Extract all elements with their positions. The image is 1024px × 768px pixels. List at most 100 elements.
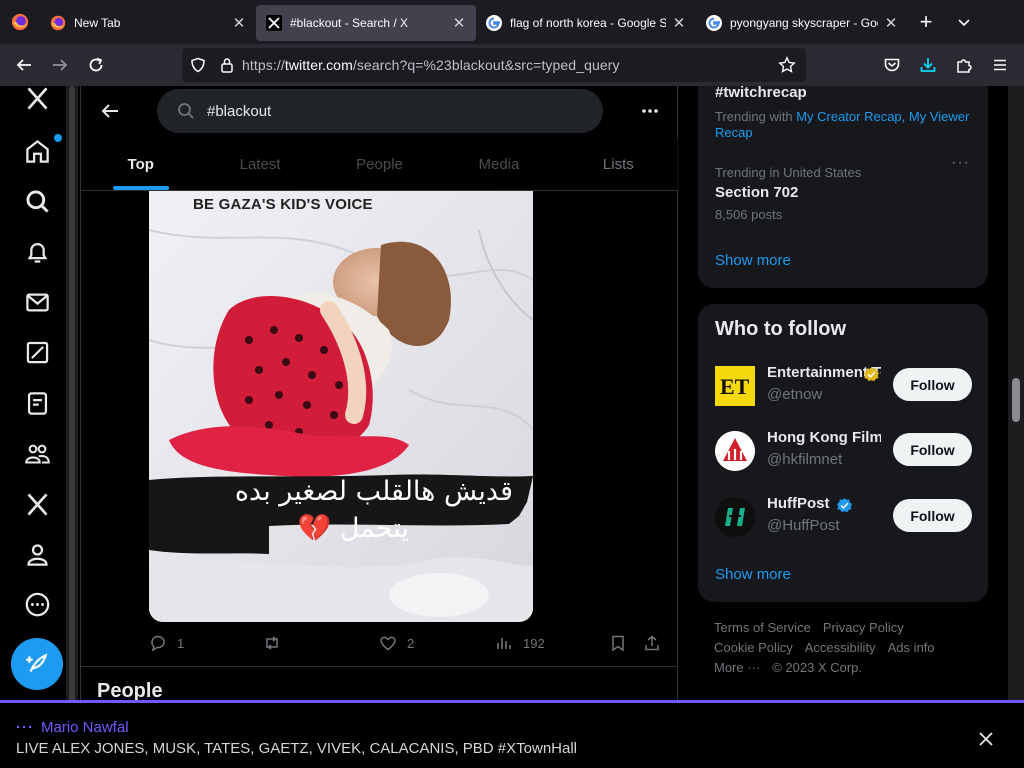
downloads-button[interactable] [910,47,946,83]
account-huffpost[interactable]: HuffPost @HuffPost Follow [698,489,988,545]
unread-dot [54,134,62,142]
nav-explore[interactable] [14,178,60,224]
tracking-protection-icon[interactable] [190,57,206,73]
tab-pyongyang-skyscraper[interactable]: pyongyang skyscraper - Google ✕ [696,5,908,41]
footer-privacy-link[interactable]: Privacy Policy [823,620,904,635]
bookmark-star-icon[interactable] [778,56,796,74]
tab-new-tab[interactable]: New Tab ✕ [40,5,256,41]
nav-x-logo[interactable] [14,86,60,121]
follow-button[interactable]: Follow [893,433,972,466]
footer-ads-link[interactable]: Ads info [888,640,935,655]
url-text[interactable]: https://twitter.com/search?q=%23blackout… [242,57,620,73]
reply-button[interactable]: 1 [149,634,184,652]
nav-lists[interactable] [14,380,60,426]
tab-top[interactable]: Top [81,138,200,190]
plus-icon: + [919,9,933,34]
nav-grok[interactable] [14,329,60,375]
follow-button[interactable]: Follow [893,499,972,532]
back-button[interactable] [93,94,127,128]
url-path: /search?q=%23blackout&src=typed_query [352,57,620,73]
heart-icon [380,636,396,651]
trends-show-more[interactable]: Show more [715,252,791,269]
tab-lists[interactable]: Lists [559,138,678,190]
account-etnow[interactable]: ET Entertainment Tonight @etnow Follow [698,358,988,414]
search-options-button[interactable] [633,94,667,128]
post-actions: 1 2 192 [149,634,661,656]
firefox-view-button[interactable] [0,0,40,44]
arrow-left-icon [101,104,118,118]
tab-media[interactable]: Media [439,138,558,190]
compose-post-button[interactable] [11,638,63,690]
trend-link-creator-recap[interactable]: My Creator Recap, [796,109,905,124]
footer-accessibility-link[interactable]: Accessibility [805,640,876,655]
search-input[interactable]: #blackout [157,89,603,133]
nav-home[interactable] [14,128,62,174]
nav-messages[interactable] [14,279,60,325]
trend-more-button[interactable]: ··· [951,154,970,172]
like-button[interactable]: 2 [379,634,414,652]
nav-profile[interactable] [14,531,60,577]
lock-icon[interactable] [220,57,234,73]
live-space-bar[interactable]: ··· Mario Nawfal LIVE ALEX JONES, MUSK, … [0,700,1024,768]
footer-terms-link[interactable]: Terms of Service [714,620,811,635]
space-title: LIVE ALEX JONES, MUSK, TATES, GAETZ, VIV… [16,740,578,757]
footer-more-link[interactable]: More ··· [714,660,760,675]
page-scrollbar-thumb[interactable] [1012,378,1020,422]
footer-cookie-link[interactable]: Cookie Policy [714,640,793,655]
close-space-button[interactable] [974,727,998,751]
tab-close-icon[interactable]: ✕ [452,14,466,32]
arrow-right-icon [53,59,68,71]
who-to-follow-title: Who to follow [715,318,847,340]
bell-icon [27,242,47,263]
post-media-image[interactable]: BE GAZA'S KID'S VOICE قديش هالقلب لصغير … [149,190,533,622]
share-button[interactable] [643,634,661,652]
tab-blackout-search[interactable]: #blackout - Search / X ✕ [256,5,476,41]
tab-flag-of-north-korea[interactable]: flag of north korea - Google Se ✕ [476,5,696,41]
reload-button[interactable] [78,47,114,83]
repost-button[interactable] [263,634,281,652]
search-query: #blackout [207,102,272,120]
trend-name[interactable]: Section 702 [715,184,798,201]
who-to-follow-show-more[interactable]: Show more [715,566,791,583]
who-to-follow-card: Who to follow ET Entertainment Tonight @… [698,304,988,602]
people-section-heading: People [97,680,163,702]
feather-plus-icon [26,653,48,673]
arabic-caption-band: قديش هالقلب لصغير بده يتحمل 💔 [149,472,533,556]
list-all-tabs-button[interactable] [944,15,984,29]
new-tab-button[interactable]: + [908,4,944,40]
browser-nav-bar: https://twitter.com/search?q=%23blackout… [0,44,1024,86]
left-scrollbar-thumb[interactable] [69,86,75,702]
blue-verified-badge-icon [836,497,853,513]
nav-premium[interactable] [14,481,60,527]
pocket-button[interactable] [874,47,910,83]
tab-latest[interactable]: Latest [200,138,319,190]
space-host-name: Mario Nawfal [41,719,129,736]
nav-more[interactable] [14,581,60,627]
arrow-left-icon [16,59,31,71]
pocket-icon [884,58,900,72]
address-bar[interactable]: https://twitter.com/search?q=%23blackout… [182,48,806,82]
account-hkfilmnet[interactable]: Hong Kong Film @hkfilmnet Follow [698,423,988,479]
firefox-icon [11,13,29,31]
nav-communities[interactable] [14,430,60,476]
account-handle: @hkfilmnet [767,451,843,468]
trend-name[interactable]: #twitchrecap [715,86,807,101]
back-button[interactable] [6,47,42,83]
view-count: 192 [523,635,545,651]
forward-button[interactable] [42,47,78,83]
views-button[interactable]: 192 [495,634,545,652]
google-icon [486,15,502,31]
tab-close-icon[interactable]: ✕ [232,14,246,32]
follow-button[interactable]: Follow [893,368,972,401]
right-sidebar: #twitchrecap Trending with My Creator Re… [698,86,990,702]
home-icon [25,139,49,163]
tab-close-icon[interactable]: ✕ [884,14,898,32]
extensions-button[interactable] [946,47,982,83]
bookmark-button[interactable] [609,634,627,652]
et-logo-icon: ET [720,374,750,399]
tab-close-icon[interactable]: ✕ [672,14,686,32]
tab-people[interactable]: People [320,138,439,190]
nav-notifications[interactable] [14,229,60,275]
app-menu-button[interactable] [982,47,1018,83]
people-icon [24,444,50,464]
